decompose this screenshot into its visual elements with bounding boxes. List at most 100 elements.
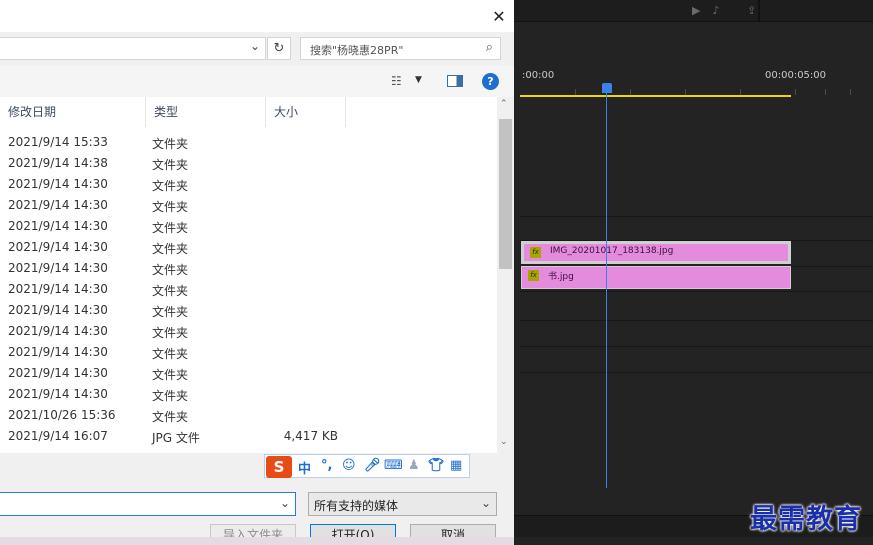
chevron-down-icon: ⌄ (480, 496, 491, 510)
row-type: JPG 文件 (152, 431, 200, 445)
row-type: 文件夹 (152, 389, 189, 403)
dialog-toolbar: ☷ ▼ ? (0, 66, 514, 97)
clip-name: 书.jpg (548, 272, 574, 282)
timeline-panel: ▶♪ ⇪ :00:00 00:00:05:00 fx IMG_20201017_… (514, 0, 873, 545)
row-size: 4,417 KB (283, 429, 338, 443)
table-row[interactable]: 2021/9/14 14:38 文件夹 (0, 153, 497, 174)
panel-divider (758, 0, 760, 22)
ime-toolbar: S 中 °, ☺ 🎤︎ ⌨ ♟ 👕︎ ▦ (264, 454, 470, 478)
table-row[interactable]: 2021/9/14 14:30 文件夹 (0, 237, 497, 258)
ime-mode-toggle[interactable]: 中 (298, 458, 311, 477)
table-row[interactable]: 2021/10/26 15:36 文件夹 (0, 405, 497, 426)
row-type: 文件夹 (152, 410, 189, 424)
row-type: 文件夹 (152, 221, 189, 235)
row-type: 文件夹 (152, 284, 189, 298)
microphone-icon[interactable]: 🎤︎ (364, 458, 381, 473)
clip-img-20201017[interactable]: fx IMG_20201017_183138.jpg (521, 241, 791, 264)
search-icon[interactable]: ⌕ (486, 40, 493, 55)
track-divider (520, 346, 873, 347)
table-row[interactable]: 2021/9/14 14:30 文件夹 (0, 384, 497, 405)
playhead-handle[interactable] (602, 83, 612, 93)
preview-pane-icon[interactable] (447, 75, 463, 87)
row-date: 2021/9/14 14:30 (8, 366, 108, 380)
timecode-end: 00:00:05:00 (765, 70, 827, 81)
editor-top-bar: ▶♪ ⇪ (514, 0, 873, 22)
row-date: 2021/9/14 15:33 (8, 135, 108, 149)
keyboard-icon[interactable]: ⌨ (384, 458, 403, 473)
clip-shu-jpg[interactable]: fx 书.jpg (521, 266, 791, 289)
sogou-logo-icon[interactable]: S (266, 456, 292, 478)
chevron-down-icon[interactable]: ⌄ (250, 39, 260, 53)
track-divider (520, 216, 873, 217)
playback-controls-icon[interactable]: ▶♪ ⇪ (692, 4, 768, 17)
table-row[interactable]: 2021/9/14 14:30 文件夹 (0, 342, 497, 363)
row-type: 文件夹 (152, 347, 189, 361)
table-row[interactable]: 2021/9/14 14:30 文件夹 (0, 300, 497, 321)
filetype-select[interactable]: 所有支持的媒体 ⌄ (308, 492, 497, 516)
row-type: 文件夹 (152, 263, 189, 277)
row-type: 文件夹 (152, 305, 189, 319)
fx-badge-icon: fx (528, 270, 539, 281)
import-file-dialog: ✕ ⌄ ↻ 搜索"杨晓惠28PR" ⌕ ☷ ▼ ? 修改日期 类型 大小 202… (0, 0, 514, 545)
table-row[interactable]: 2021/9/14 16:07 JPG 文件 4,417 KB (0, 426, 497, 447)
user-icon[interactable]: ♟ (408, 458, 420, 473)
table-row[interactable]: 2021/9/14 14:30 文件夹 (0, 279, 497, 300)
table-row[interactable]: 2021/9/14 15:33 文件夹 (0, 132, 497, 153)
track-divider (520, 291, 873, 292)
scroll-down-icon[interactable]: ⌄ (500, 437, 508, 447)
filename-input[interactable]: ⌄ (0, 492, 296, 516)
view-options-icon[interactable]: ☷ (391, 74, 402, 88)
table-row[interactable]: 2021/9/14 14:30 文件夹 (0, 195, 497, 216)
row-date: 2021/9/14 14:30 (8, 303, 108, 317)
table-row[interactable]: 2021/9/14 14:30 文件夹 (0, 363, 497, 384)
row-date: 2021/9/14 14:30 (8, 282, 108, 296)
row-date: 2021/9/14 14:30 (8, 324, 108, 338)
fx-badge-icon: fx (530, 247, 541, 258)
table-row[interactable]: 2021/9/14 14:30 文件夹 (0, 216, 497, 237)
help-icon[interactable]: ? (482, 73, 499, 90)
search-input[interactable]: 搜索"杨晓惠28PR" ⌕ (300, 37, 501, 60)
refresh-icon[interactable]: ↻ (267, 37, 291, 60)
scroll-up-icon[interactable]: ⌃ (500, 99, 508, 109)
taskbar-strip (0, 537, 514, 545)
row-type: 文件夹 (152, 326, 189, 340)
close-icon[interactable]: ✕ (487, 6, 511, 28)
emoji-icon[interactable]: ☺ (342, 458, 356, 473)
row-type: 文件夹 (152, 200, 189, 214)
work-area-bar[interactable] (520, 95, 791, 97)
column-date[interactable]: 修改日期 (0, 97, 146, 127)
row-date: 2021/9/14 14:30 (8, 219, 108, 233)
dialog-title-bar: ✕ (0, 0, 514, 32)
row-type: 文件夹 (152, 137, 189, 151)
file-list[interactable]: 修改日期 类型 大小 2021/9/14 15:33 文件夹 2021/9/14 1… (0, 97, 497, 453)
playhead-line[interactable] (606, 90, 607, 488)
toolbox-grid-icon[interactable]: ▦ (450, 458, 462, 473)
track-divider (520, 372, 873, 373)
row-type: 文件夹 (152, 179, 189, 193)
row-type: 文件夹 (152, 242, 189, 256)
timecode-start: :00:00 (522, 70, 555, 81)
scrollbar-thumb[interactable] (499, 119, 512, 269)
clip-name: IMG_20201017_183138.jpg (550, 246, 674, 256)
chevron-down-icon[interactable]: ⌄ (280, 496, 290, 510)
row-date: 2021/10/26 15:36 (8, 408, 116, 422)
table-row[interactable]: 2021/9/14 14:30 文件夹 (0, 258, 497, 279)
table-row[interactable]: 2021/9/14 14:30 文件夹 (0, 321, 497, 342)
track-divider (520, 320, 873, 321)
filetype-value: 所有支持的媒体 (314, 499, 399, 513)
chevron-down-icon[interactable]: ▼ (415, 75, 422, 85)
column-type[interactable]: 类型 (146, 97, 266, 127)
row-date: 2021/9/14 14:30 (8, 387, 108, 401)
row-date: 2021/9/14 16:07 (8, 429, 108, 443)
search-placeholder: 搜索"杨晓惠28PR" (310, 44, 404, 57)
column-size[interactable]: 大小 (266, 97, 346, 127)
address-bar[interactable]: ⌄ (0, 37, 266, 60)
vertical-scrollbar[interactable]: ⌃ ⌄ (497, 97, 514, 453)
punctuation-toggle[interactable]: °, (321, 458, 332, 473)
row-date: 2021/9/14 14:30 (8, 177, 108, 191)
table-row[interactable]: 2021/9/14 14:30 文件夹 (0, 174, 497, 195)
skin-shirt-icon[interactable]: 👕︎ (428, 458, 445, 473)
row-type: 文件夹 (152, 368, 189, 382)
row-date: 2021/9/14 14:30 (8, 345, 108, 359)
row-date: 2021/9/14 14:30 (8, 240, 108, 254)
